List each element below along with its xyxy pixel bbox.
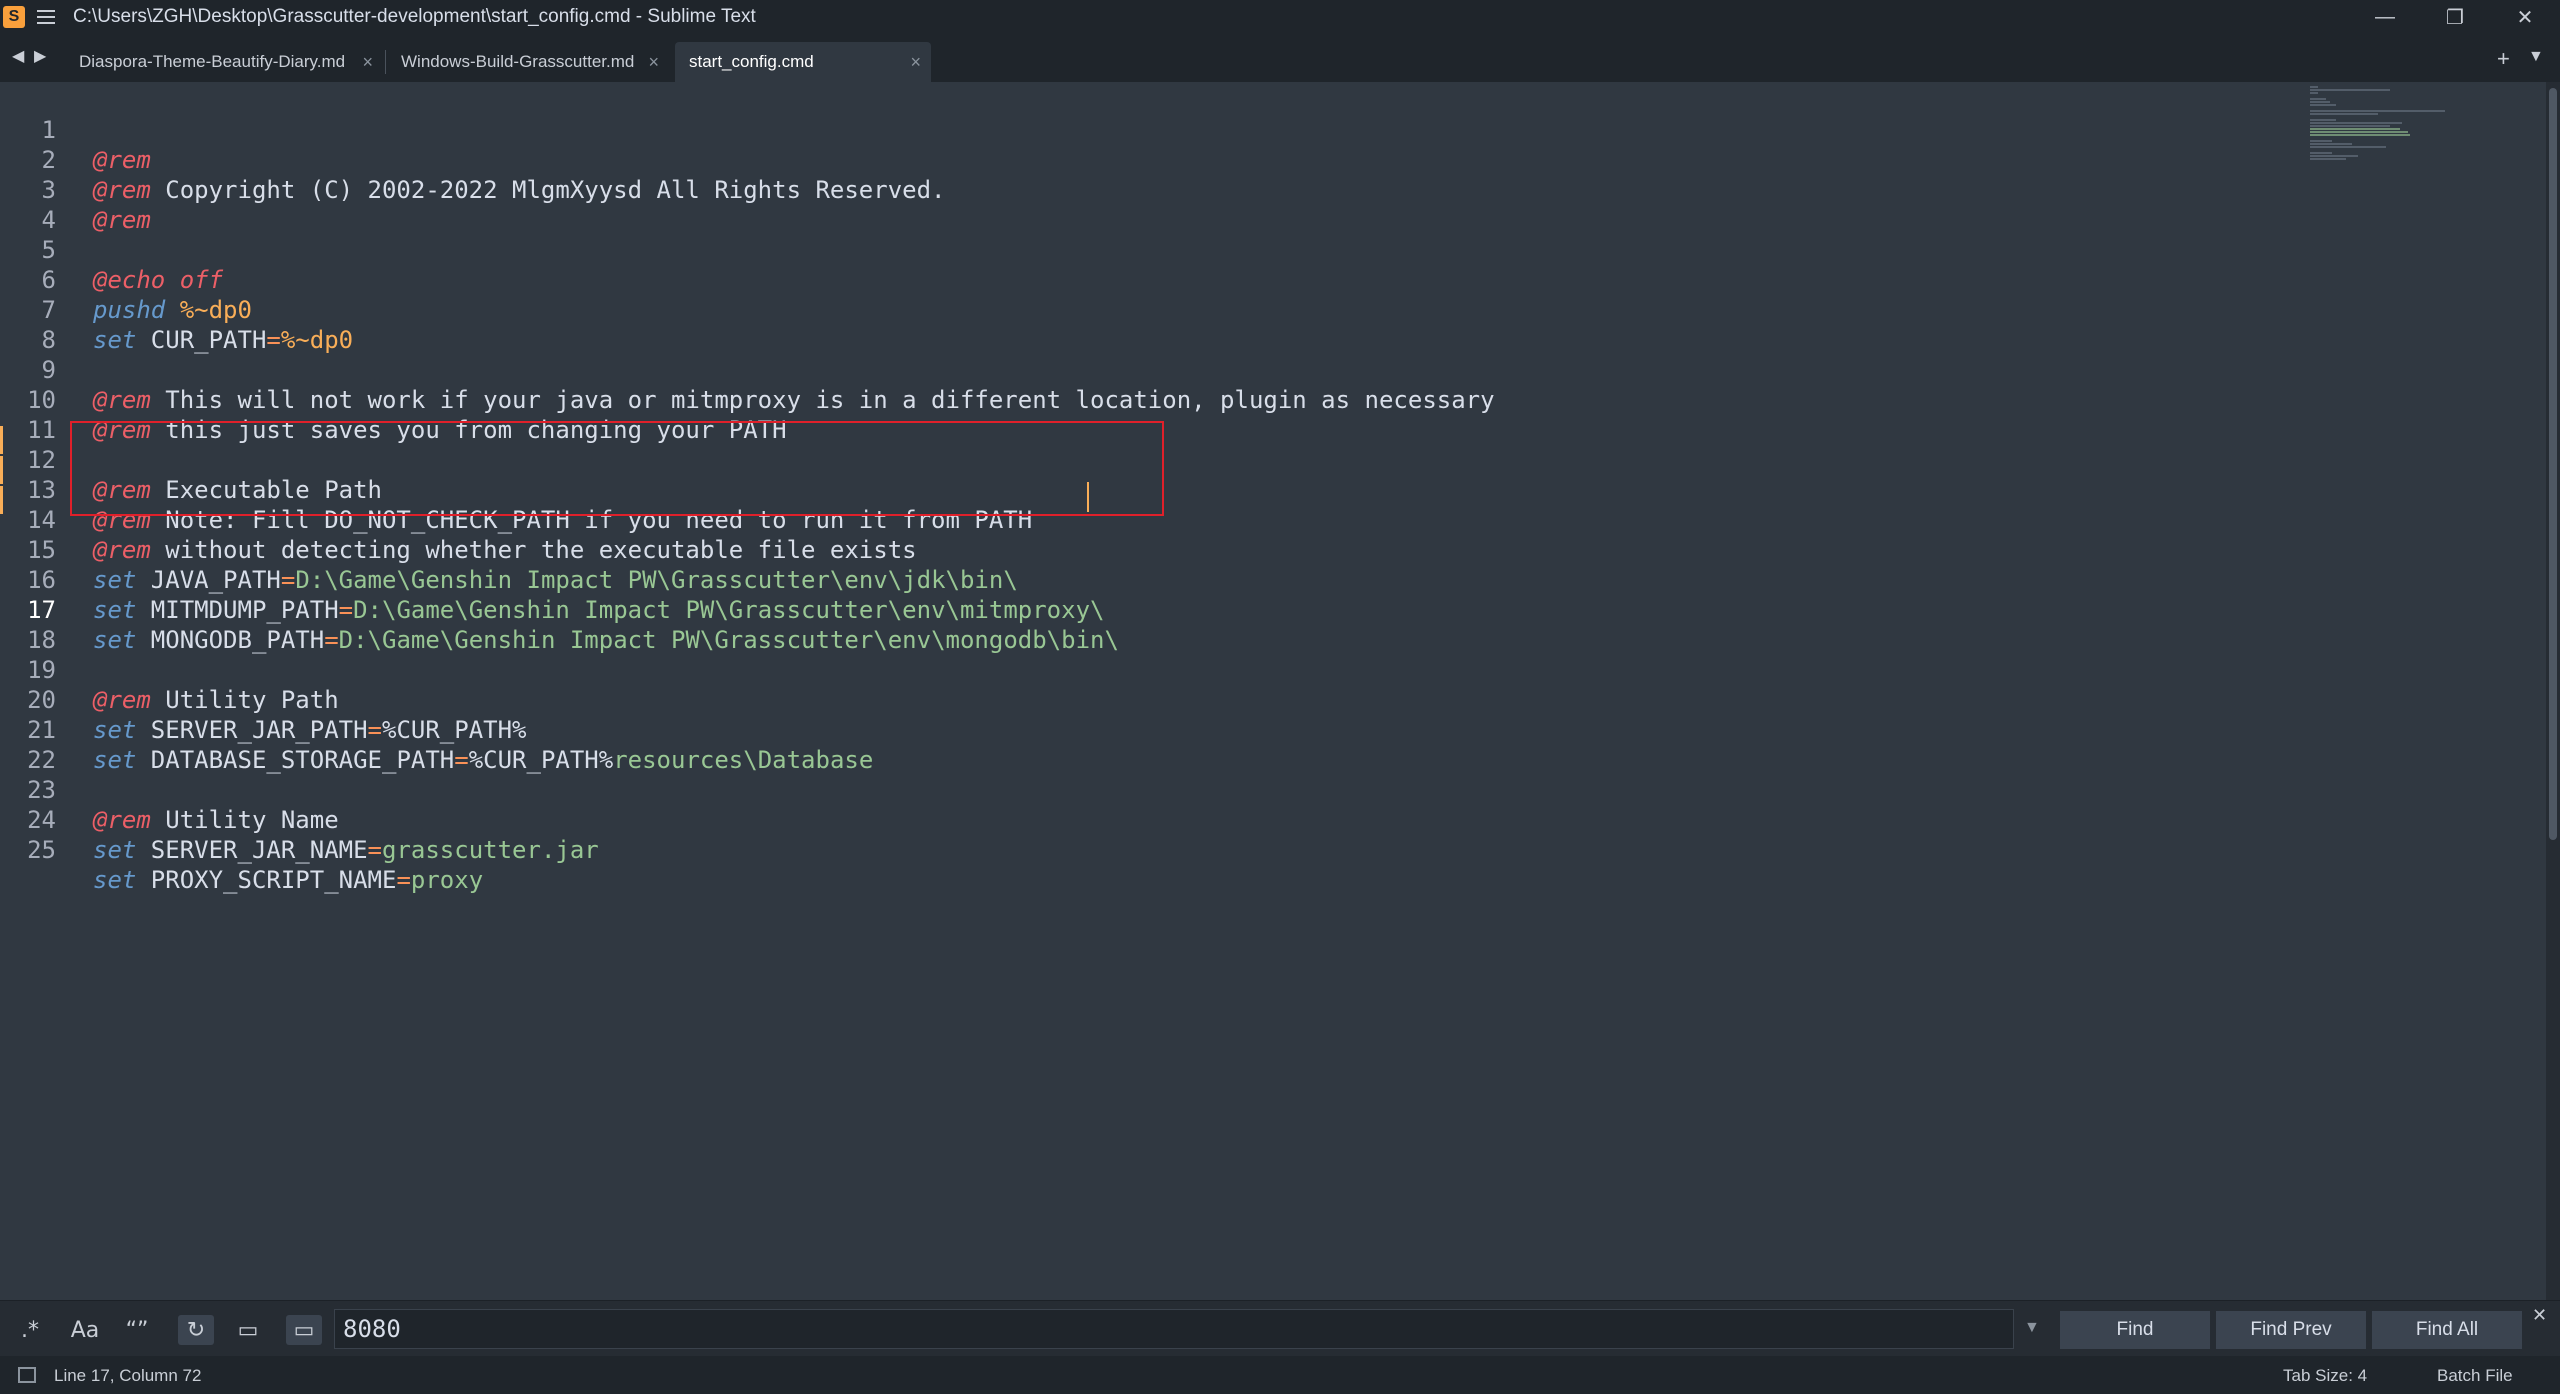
tab-list-icon[interactable]: ▼ xyxy=(2528,48,2544,66)
code-line: 6 pushd %~dp0 xyxy=(0,235,1400,324)
tab-close-icon[interactable]: × xyxy=(648,52,659,73)
modified-line-marker xyxy=(0,456,3,484)
annotation-highlight-box xyxy=(70,421,1164,516)
code-line: 25 set PROXY_SCRIPT_NAME=proxy xyxy=(0,805,1400,894)
minimize-button[interactable]: — xyxy=(2350,0,2420,34)
code-editor[interactable]: 1 @rem 2 @rem Copyright (C) 2002-2022 Ml… xyxy=(0,82,2546,1300)
case-sensitive-toggle[interactable]: Aa xyxy=(70,1315,100,1345)
code-line: 4 xyxy=(0,175,1400,234)
find-input[interactable] xyxy=(334,1309,2014,1349)
modified-line-marker xyxy=(0,426,3,454)
whole-word-toggle[interactable]: “” xyxy=(122,1315,152,1345)
tab-scroll-right-icon[interactable]: ▶ xyxy=(34,46,46,66)
code-line: 21 set DATABASE_STORAGE_PATH=%CUR_PATH%r… xyxy=(0,685,1400,774)
tab-label: start_config.cmd xyxy=(689,52,814,71)
tab-windows-build[interactable]: Windows-Build-Grasscutter.md × xyxy=(387,42,669,82)
panel-toggle-icon[interactable] xyxy=(18,1367,36,1383)
close-window-button[interactable]: ✕ xyxy=(2490,0,2560,34)
regex-toggle[interactable]: .* xyxy=(15,1315,45,1345)
tab-close-icon[interactable]: × xyxy=(910,52,921,73)
tab-label: Diaspora-Theme-Beautify-Diary.md xyxy=(79,52,346,71)
sublime-logo-icon: S xyxy=(3,6,25,28)
title-bar: S C:\Users\ZGH\Desktop\Grasscutter-devel… xyxy=(0,0,2560,34)
window-title: C:\Users\ZGH\Desktop\Grasscutter-develop… xyxy=(73,6,756,27)
scrollbar-thumb[interactable] xyxy=(2549,88,2557,840)
status-bar: Line 17, Column 72 Tab Size: 4 Batch Fil… xyxy=(0,1356,2560,1394)
tab-size-selector[interactable]: Tab Size: 4 xyxy=(2283,1366,2367,1386)
close-find-panel-icon[interactable]: ✕ xyxy=(2532,1305,2547,1326)
code-line: 10 @rem this just saves you from changin… xyxy=(0,355,1400,444)
tab-start-config[interactable]: start_config.cmd × xyxy=(675,42,931,82)
text-cursor xyxy=(1087,482,1089,512)
code-line: 23 @rem Utility Name xyxy=(0,745,1400,834)
new-tab-icon[interactable]: + xyxy=(2497,46,2510,72)
tab-label: Windows-Build-Grasscutter.md xyxy=(401,52,635,71)
tab-close-icon[interactable]: × xyxy=(362,52,373,73)
code-line: 20 set SERVER_JAR_PATH=%CUR_PATH% xyxy=(0,655,1400,744)
modified-line-marker xyxy=(0,486,3,514)
highlight-matches-toggle-icon[interactable]: ▭ xyxy=(286,1315,322,1345)
tab-scroll-left-icon[interactable]: ◀ xyxy=(12,46,24,66)
code-line: 9 @rem This will not work if your java o… xyxy=(0,325,1495,414)
find-prev-button[interactable]: Find Prev xyxy=(2216,1311,2366,1349)
code-line: 1 @rem xyxy=(0,85,1400,174)
menu-icon[interactable] xyxy=(37,10,55,24)
code-line: 19 @rem Utility Path xyxy=(0,625,1400,714)
code-line: 11 xyxy=(0,385,1400,444)
in-selection-toggle-icon[interactable]: ▭ xyxy=(233,1315,263,1345)
code-line: 24 set SERVER_JAR_NAME=grasscutter.jar xyxy=(0,775,1400,864)
find-panel: .* Aa “” ↻ ▭ ▭ ▼ Find Find Prev Find All… xyxy=(0,1300,2560,1356)
minimap[interactable] xyxy=(2310,86,2450,166)
find-all-button[interactable]: Find All xyxy=(2372,1311,2522,1349)
syntax-selector[interactable]: Batch File xyxy=(2437,1366,2513,1386)
code-line: 2 @rem Copyright (C) 2002-2022 MlgmXyysd… xyxy=(0,115,1400,204)
find-button[interactable]: Find xyxy=(2060,1311,2210,1349)
code-line: 7 set CUR_PATH=%~dp0 xyxy=(0,265,1400,354)
code-line-current: 17 set MONGODB_PATH=D:\Game\Genshin Impa… xyxy=(0,565,1400,654)
tab-bar: ◀ ▶ Diaspora-Theme-Beautify-Diary.md × W… xyxy=(0,34,2560,82)
maximize-button[interactable]: ❐ xyxy=(2420,0,2490,34)
tab-diaspora-theme[interactable]: Diaspora-Theme-Beautify-Diary.md × xyxy=(65,42,383,82)
wrap-toggle-icon[interactable]: ↻ xyxy=(178,1315,214,1345)
tab-divider xyxy=(385,50,386,74)
vertical-scrollbar[interactable] xyxy=(2546,82,2560,1300)
cursor-position: Line 17, Column 72 xyxy=(54,1366,202,1385)
line-number: 25 xyxy=(27,836,56,864)
code-line: 22 xyxy=(0,715,1400,774)
code-line: 8 xyxy=(0,295,1400,354)
code-line: 16 set MITMDUMP_PATH=D:\Game\Genshin Imp… xyxy=(0,535,1400,624)
code-line: 5 @echo off xyxy=(0,205,1400,294)
code-line: 18 xyxy=(0,595,1400,654)
code-line: 3 @rem xyxy=(0,145,1400,234)
find-history-dropdown-icon[interactable]: ▼ xyxy=(2024,1319,2040,1337)
